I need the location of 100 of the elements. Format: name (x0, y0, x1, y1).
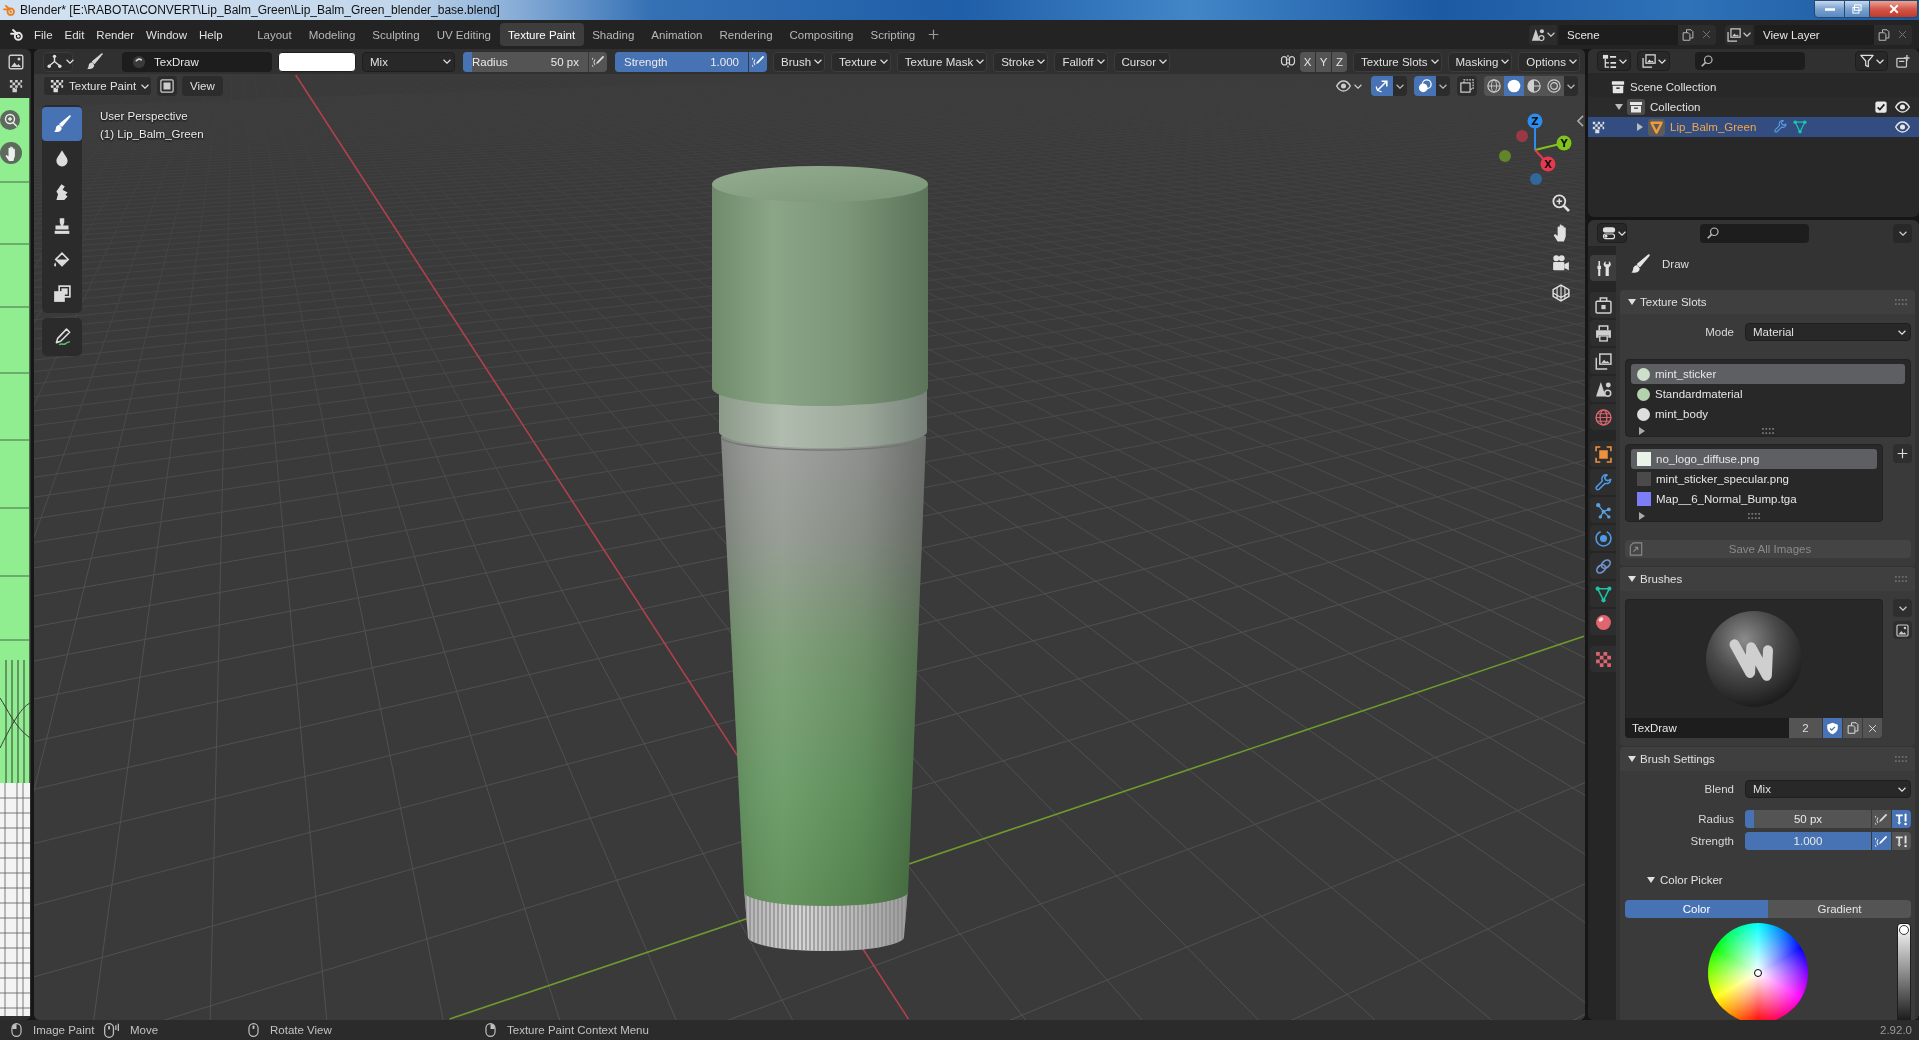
outliner-item[interactable]: Scene Collection (1588, 77, 1919, 97)
filter-dropdown[interactable] (1855, 51, 1888, 71)
blend-dropdown[interactable]: Mix (1745, 780, 1911, 798)
axis-handle[interactable]: Z (1527, 113, 1543, 151)
mode-dropdown[interactable]: Texture Paint (43, 76, 152, 96)
properties-tab[interactable] (1590, 553, 1616, 579)
view-menu[interactable]: View (182, 76, 223, 96)
mode-tab[interactable]: Color (1625, 900, 1768, 918)
editor-type-dropdown[interactable] (1597, 51, 1631, 71)
eye-icon[interactable] (1895, 121, 1910, 133)
menu-dropdown[interactable]: Texture Slots (1353, 51, 1442, 72)
properties-tab[interactable] (1590, 404, 1616, 430)
axis-dot[interactable] (1516, 130, 1528, 142)
disclosure-triangle-icon[interactable] (1639, 511, 1645, 520)
workspace-tab[interactable]: Compositing (781, 23, 862, 46)
brush-preview-drawing[interactable] (1706, 611, 1802, 707)
search-field[interactable] (1700, 223, 1809, 243)
minimize-button[interactable] (1814, 0, 1845, 18)
value-slider[interactable]: Radius 50 px (463, 51, 588, 72)
pressure-toggle[interactable] (748, 51, 767, 72)
shading-button[interactable] (1504, 76, 1524, 96)
pressure-toggle[interactable] (1871, 832, 1891, 850)
workspace-tab[interactable]: Texture Paint (499, 23, 584, 46)
scene-browse-button[interactable] (1529, 24, 1557, 45)
brush-name-field[interactable]: TexDraw (122, 51, 272, 72)
workspace-tab[interactable]: Scripting (862, 23, 924, 46)
value-slider[interactable]: Strength 1.000 (615, 51, 748, 72)
axis-toggle[interactable]: X (1300, 51, 1316, 72)
overlay-toggle[interactable] (1414, 76, 1436, 96)
axis-dot[interactable] (1530, 173, 1542, 185)
copy-button[interactable] (1842, 718, 1862, 738)
workspace-tab[interactable]: Modeling (300, 23, 364, 46)
gizmo-menu-button[interactable] (1393, 76, 1407, 96)
camera-icon[interactable] (1552, 254, 1570, 272)
menu-dropdown[interactable]: Brush (773, 51, 826, 72)
properties-tab[interactable] (1590, 581, 1616, 607)
menu-dropdown[interactable]: Masking (1447, 51, 1513, 72)
workspace-tab[interactable]: Shading (583, 23, 643, 46)
brushes-menu-button[interactable] (1893, 599, 1912, 617)
checker-brush-icon[interactable] (1592, 120, 1605, 134)
workspace-tab[interactable]: Animation (642, 23, 711, 46)
zoom-icon[interactable] (0, 110, 20, 130)
mode-tab[interactable]: Gradient (1768, 900, 1911, 918)
list-item[interactable]: mint_sticker (1631, 364, 1905, 384)
shading-button[interactable] (1524, 76, 1544, 96)
value-slider[interactable]: 50 px (1745, 810, 1871, 828)
menu-item[interactable]: Window (140, 23, 193, 46)
disclosure-triangle-icon[interactable] (1639, 426, 1645, 435)
properties-tab[interactable] (1590, 525, 1616, 551)
wheel-cursor[interactable] (1754, 969, 1762, 977)
unified-toggle[interactable] (1891, 832, 1911, 850)
wrench-icon[interactable] (1774, 120, 1788, 133)
list-item[interactable]: mint_body (1631, 404, 1905, 424)
zoom-icon[interactable] (1552, 194, 1570, 212)
shading-menu-button[interactable] (1564, 76, 1578, 96)
add-button[interactable] (1893, 444, 1912, 463)
list-item[interactable]: mint_sticker_specular.png (1631, 469, 1877, 489)
checkbox[interactable] (1875, 101, 1887, 113)
grid-icon[interactable] (1552, 284, 1570, 302)
slider-handle[interactable] (1899, 925, 1909, 935)
gizmo-toggle[interactable] (1371, 76, 1393, 96)
copy-button[interactable] (1678, 24, 1697, 45)
menu-dropdown[interactable]: Stroke (993, 51, 1049, 72)
properties-tab[interactable] (1590, 292, 1616, 318)
workspace-tab[interactable]: UV Editing (428, 23, 500, 46)
menu-item[interactable]: Render (90, 23, 141, 46)
blend-dropdown[interactable]: Mix (362, 51, 455, 72)
blender-logo-icon[interactable] (10, 27, 24, 42)
properties-tab[interactable] (1590, 646, 1616, 672)
xray-toggle[interactable] (1457, 76, 1477, 96)
pressure-toggle[interactable] (588, 51, 607, 72)
properties-tab[interactable] (1590, 376, 1616, 402)
tool-button[interactable] (42, 107, 82, 141)
scene-name-field[interactable]: Scene (1559, 24, 1678, 45)
overlay-menu-button[interactable] (1436, 76, 1450, 96)
chevron-icon[interactable] (1577, 115, 1584, 127)
close-button[interactable] (1870, 0, 1918, 18)
mesh-triangle-icon[interactable] (1793, 120, 1808, 134)
menu-dropdown[interactable]: Options (1518, 51, 1580, 72)
properties-tab[interactable] (1590, 255, 1616, 281)
shading-button[interactable] (1484, 76, 1504, 96)
properties-tab[interactable] (1590, 348, 1616, 374)
display-mode-dropdown[interactable] (1637, 51, 1670, 71)
options-dropdown[interactable] (1893, 223, 1912, 243)
editor-type-dropdown[interactable] (43, 51, 73, 72)
editor-type-dropdown[interactable] (1597, 223, 1627, 243)
menu-dropdown[interactable]: Texture Mask (896, 51, 988, 72)
copy-button[interactable] (1874, 24, 1893, 45)
workspace-tab[interactable]: Sculpting (363, 23, 429, 46)
shading-button[interactable] (1544, 76, 1564, 96)
mask-toggle[interactable] (157, 76, 177, 96)
menu-dropdown[interactable]: Falloff (1054, 51, 1108, 72)
workspace-tab[interactable]: Layout (248, 23, 301, 46)
panel-header[interactable]: Texture Slots (1620, 290, 1915, 314)
properties-tab[interactable] (1590, 609, 1616, 635)
mode-dropdown[interactable]: Material (1745, 323, 1911, 341)
remove-button[interactable] (1862, 718, 1882, 738)
image-button[interactable] (1893, 621, 1912, 639)
user-count[interactable]: 2 (1789, 718, 1822, 738)
brush-name-field[interactable]: TexDraw (1625, 718, 1789, 738)
